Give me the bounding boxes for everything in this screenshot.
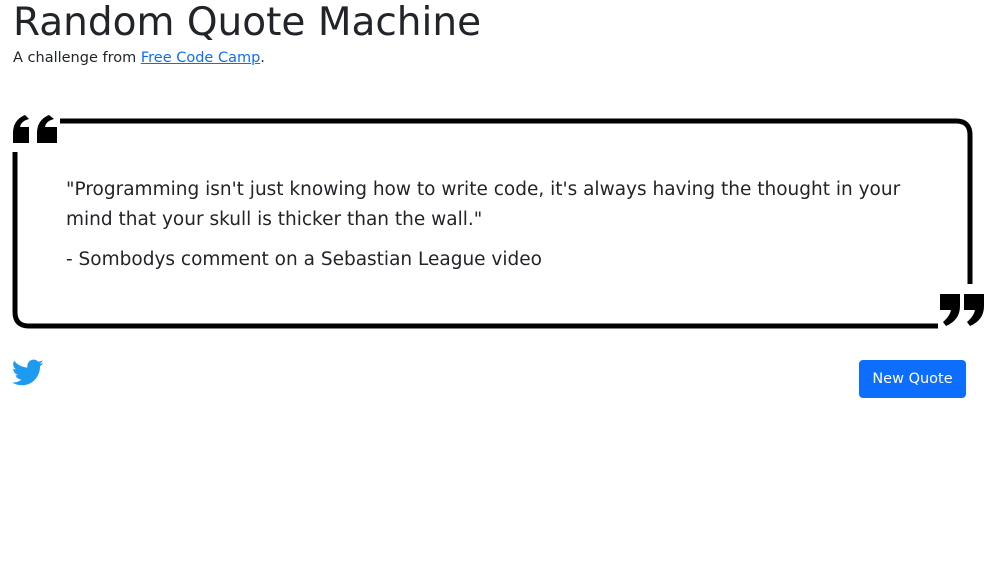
page: Random Quote Machine A challenge from Fr… (0, 0, 999, 571)
close-quote-icon (940, 294, 984, 326)
twitter-icon[interactable] (12, 359, 44, 387)
open-quote-icon (13, 115, 57, 143)
quote-text: "Programming isn't just knowing how to w… (66, 179, 901, 230)
new-quote-button[interactable]: New Quote (859, 360, 966, 398)
quote-author: - Sombodys comment on a Sebastian League… (66, 249, 542, 270)
